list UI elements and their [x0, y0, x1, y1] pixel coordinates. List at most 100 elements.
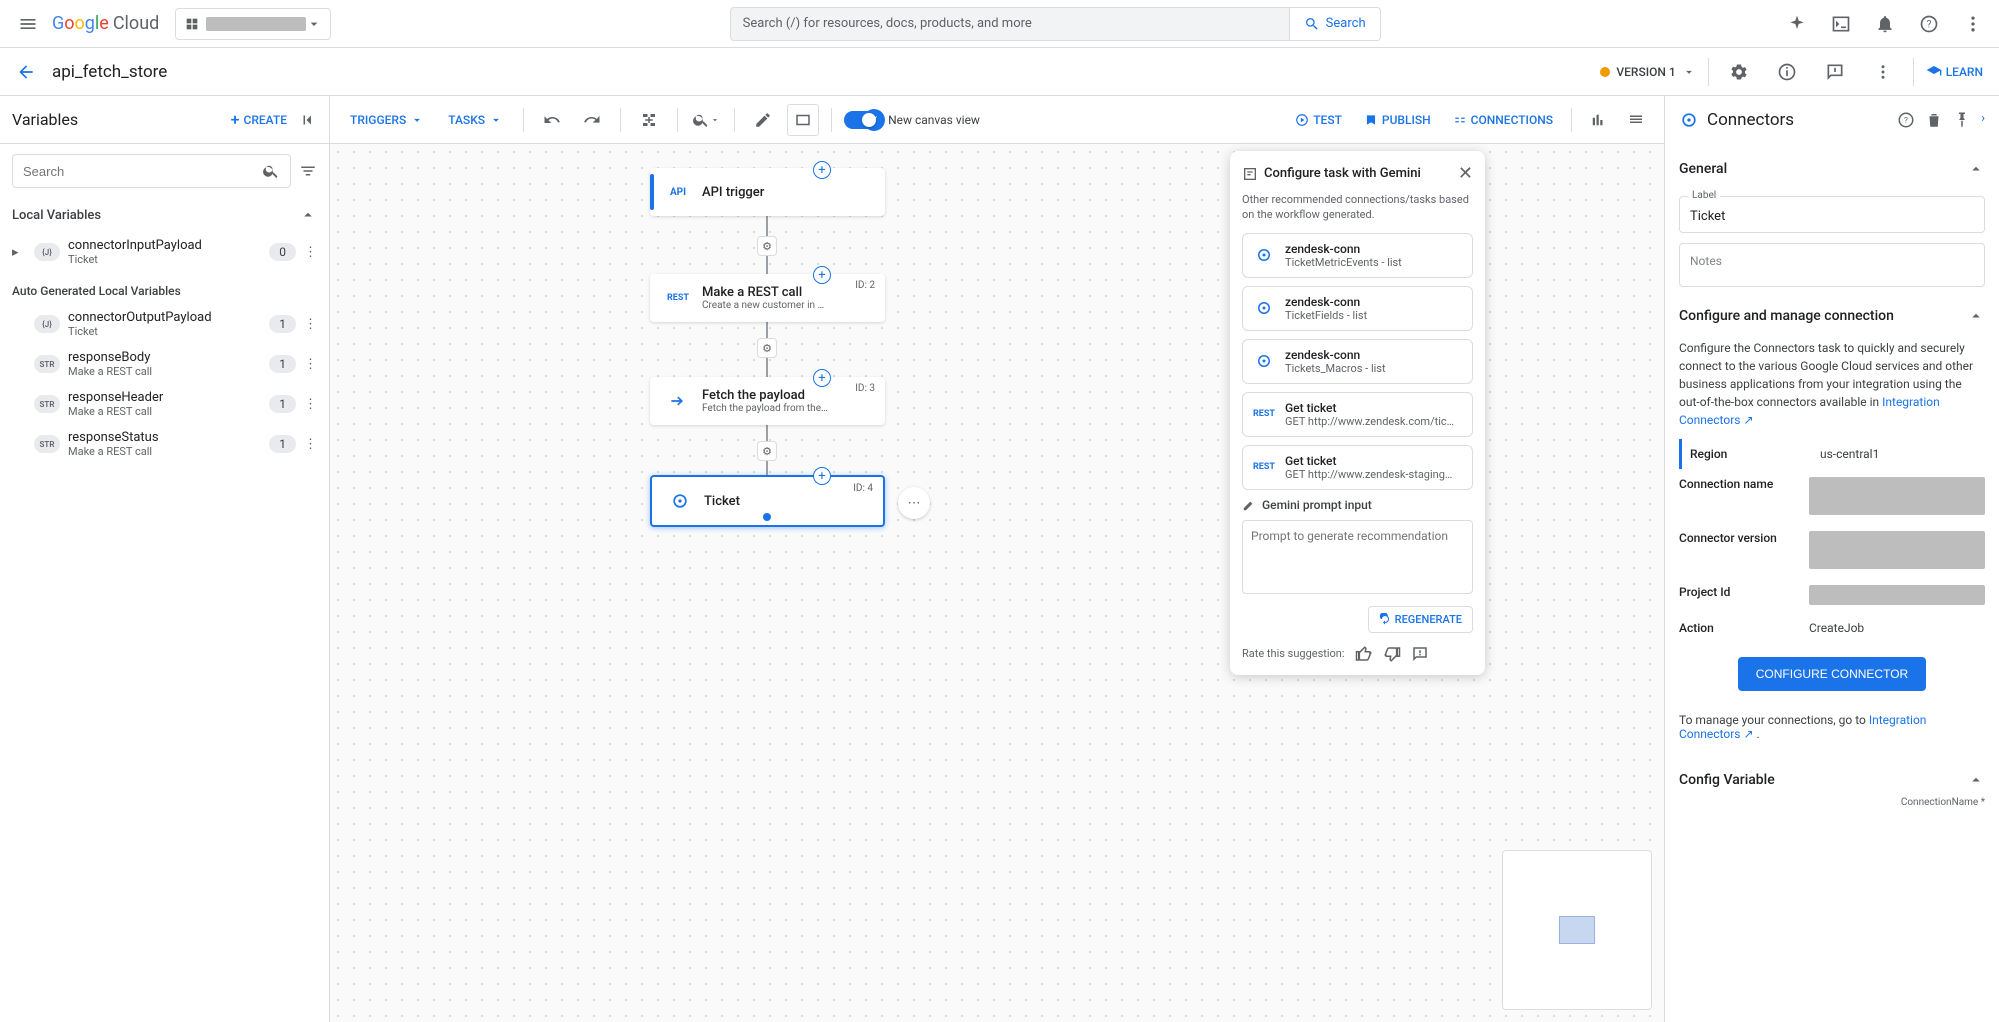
configure-connector-button[interactable]: CONFIGURE CONNECTOR: [1738, 657, 1926, 691]
configure-section-header[interactable]: Configure and manage connection: [1679, 299, 1985, 333]
add-node-icon[interactable]: +: [813, 467, 831, 485]
gemini-panel: Configure task with Gemini ✕ Other recom…: [1230, 151, 1485, 675]
usage-count: 0: [269, 243, 296, 261]
variable-row[interactable]: ▸ {J} connectorInputPayload Ticket 0 ⋮: [0, 232, 329, 272]
connector-icon: [1253, 244, 1275, 266]
edit-icon[interactable]: [747, 104, 779, 136]
zoom-icon[interactable]: [690, 104, 722, 136]
variables-panel: Variables + CREATE Local Variables ▸: [0, 96, 330, 1022]
add-node-icon[interactable]: +: [813, 266, 831, 284]
close-icon[interactable]: ✕: [1458, 163, 1473, 184]
chevron-up-icon: [1967, 771, 1985, 789]
redo-icon[interactable]: [576, 104, 608, 136]
variable-row[interactable]: {J} connectorOutputPayloadTicket 1 ⋮: [0, 304, 329, 344]
minimap[interactable]: [1502, 850, 1652, 1010]
layout-icon[interactable]: [633, 104, 665, 136]
search-placeholder: Search (/) for resources, docs, products…: [743, 16, 1032, 31]
delete-icon[interactable]: [1925, 111, 1943, 129]
create-variable-button[interactable]: + CREATE: [231, 110, 287, 129]
cloud-shell-icon[interactable]: [1823, 6, 1859, 42]
help-icon[interactable]: ?: [1897, 111, 1915, 129]
chevron-up-icon: [1967, 160, 1985, 178]
more-vert-icon[interactable]: ⋮: [304, 357, 317, 372]
menu-icon[interactable]: [8, 4, 48, 44]
node-rest-call[interactable]: REST Make a REST callCreate a new custom…: [650, 274, 885, 322]
gemini-suggestion[interactable]: zendesk-connTickets_Macros - list: [1242, 339, 1473, 384]
more-vert-icon[interactable]: [1955, 6, 1991, 42]
thumbs-up-icon[interactable]: [1355, 645, 1373, 663]
tasks-dropdown[interactable]: TASKS: [440, 113, 511, 127]
notes-field[interactable]: Notes: [1679, 243, 1985, 287]
more-vert-icon[interactable]: ⋮: [304, 245, 317, 260]
edge-config-icon[interactable]: ⚙: [757, 338, 777, 358]
learn-button[interactable]: LEARN: [1926, 64, 1983, 80]
add-node-icon[interactable]: +: [813, 161, 831, 179]
info-icon[interactable]: [1769, 54, 1805, 90]
undo-icon[interactable]: [536, 104, 568, 136]
local-variables-header[interactable]: Local Variables: [0, 198, 329, 232]
back-button[interactable]: [16, 62, 36, 82]
edge-config-icon[interactable]: ⚙: [757, 236, 777, 256]
node-api-trigger[interactable]: API API trigger: [650, 168, 885, 216]
pin-icon[interactable]: [1953, 111, 1971, 129]
more-vert-icon[interactable]: ⋮: [304, 397, 317, 412]
node-fetch-payload[interactable]: Fetch the payloadFetch the payload from …: [650, 377, 885, 425]
gemini-suggestion[interactable]: REST Get ticketGET http://www.zendesk.co…: [1242, 392, 1473, 437]
expand-icon[interactable]: ›: [1981, 111, 1985, 129]
connector-version-placeholder: [1809, 531, 1985, 569]
feedback-icon[interactable]: [1817, 54, 1853, 90]
settings-icon[interactable]: [1721, 54, 1757, 90]
variable-row[interactable]: STR responseBodyMake a REST call 1 ⋮: [0, 344, 329, 384]
version-selector[interactable]: VERSION 1: [1600, 65, 1695, 79]
manage-connections-text: To manage your connections, go to Integr…: [1665, 713, 1999, 755]
report-icon[interactable]: [1411, 645, 1429, 663]
project-selector[interactable]: [175, 8, 331, 40]
triggers-dropdown[interactable]: TRIGGERS: [342, 113, 432, 127]
connections-button[interactable]: CONNECTIONS: [1445, 113, 1561, 127]
gemini-prompt-label: Gemini prompt input: [1242, 498, 1473, 512]
gemini-suggestion[interactable]: zendesk-connTicketFields - list: [1242, 286, 1473, 331]
page-title: api_fetch_store: [52, 62, 167, 82]
connector-icon: [666, 487, 694, 515]
autogen-header: Auto Generated Local Variables: [0, 272, 329, 304]
gemini-prompt-input[interactable]: [1242, 520, 1473, 594]
collapse-panel-icon[interactable]: [299, 111, 317, 129]
list-icon[interactable]: [1620, 104, 1652, 136]
expand-icon[interactable]: ▸: [12, 245, 26, 260]
variables-title: Variables: [12, 110, 78, 129]
more-vert-icon[interactable]: ⋮: [304, 437, 317, 452]
publish-button[interactable]: PUBLISH: [1356, 113, 1439, 127]
google-cloud-logo[interactable]: Google Cloud: [52, 13, 159, 34]
label-field[interactable]: Label Ticket: [1679, 196, 1985, 233]
variable-row[interactable]: STR responseStatusMake a REST call 1 ⋮: [0, 424, 329, 464]
more-vert-icon[interactable]: [1865, 54, 1901, 90]
filter-icon[interactable]: [299, 162, 317, 180]
test-button[interactable]: TEST: [1287, 113, 1350, 127]
gemini-spark-icon[interactable]: [1779, 6, 1815, 42]
gemini-subtitle: Other recommended connections/tasks base…: [1242, 192, 1473, 223]
data-mapping-icon: [664, 387, 692, 415]
fit-icon[interactable]: [787, 104, 819, 136]
variable-search-input[interactable]: [12, 154, 291, 188]
canvas-view-toggle[interactable]: ✓: [844, 111, 878, 129]
canvas-toolbar: TRIGGERS TASKS ✓ New canvas view TEST PU…: [330, 96, 1664, 144]
regenerate-button[interactable]: REGENERATE: [1368, 606, 1473, 633]
notifications-icon[interactable]: [1867, 6, 1903, 42]
search-button[interactable]: Search: [1290, 7, 1381, 41]
variable-row[interactable]: STR responseHeaderMake a REST call 1 ⋮: [0, 384, 329, 424]
general-section-header[interactable]: General: [1679, 152, 1985, 186]
node-more-icon[interactable]: ⋯: [898, 487, 930, 519]
more-vert-icon[interactable]: ⋮: [304, 317, 317, 332]
gemini-suggestion[interactable]: zendesk-connTicketMetricEvents - list: [1242, 233, 1473, 278]
svg-text:?: ?: [1904, 116, 1908, 126]
analytics-icon[interactable]: [1582, 104, 1614, 136]
edge-config-icon[interactable]: ⚙: [757, 441, 777, 461]
thumbs-down-icon[interactable]: [1383, 645, 1401, 663]
gemini-suggestion[interactable]: REST Get ticketGET http://www.zendesk-st…: [1242, 445, 1473, 490]
config-variable-header[interactable]: Config Variable: [1679, 763, 1985, 797]
rate-label: Rate this suggestion:: [1242, 647, 1345, 660]
help-icon[interactable]: ?: [1911, 6, 1947, 42]
search-input[interactable]: Search (/) for resources, docs, products…: [730, 7, 1290, 41]
add-node-icon[interactable]: +: [813, 369, 831, 387]
rest-icon: REST: [1253, 456, 1275, 478]
